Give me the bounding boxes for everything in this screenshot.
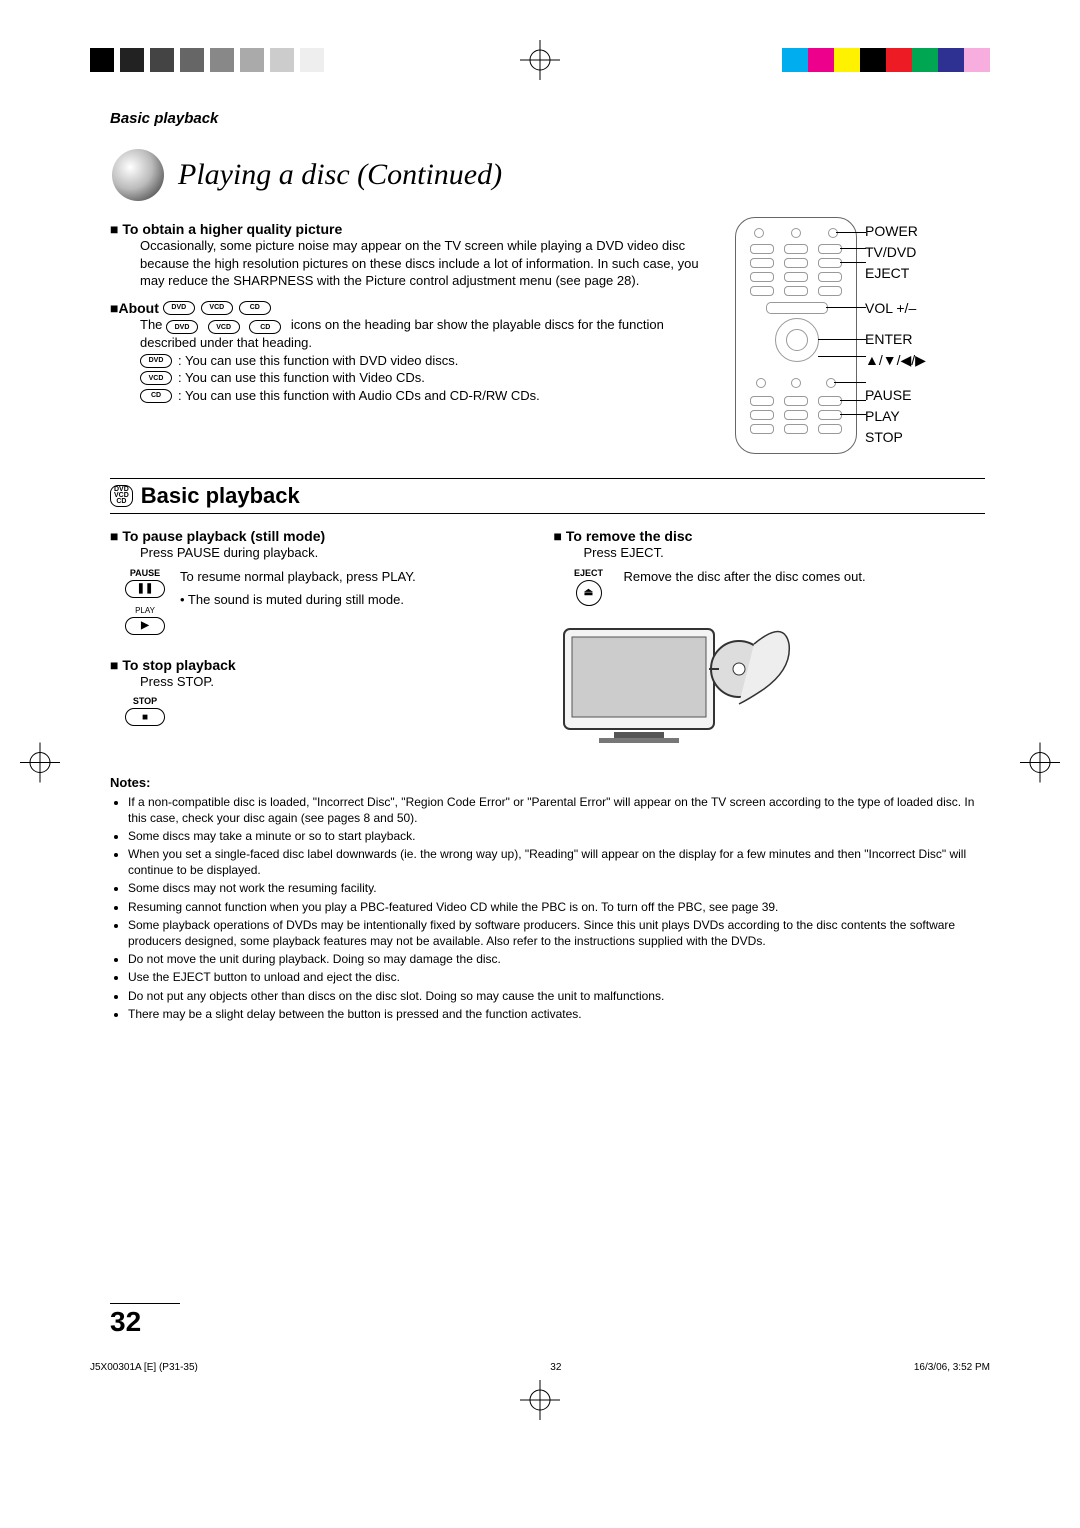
note-item: Do not put any objects other than discs … bbox=[128, 988, 985, 1004]
heading-about: About DVD VCD CD bbox=[110, 300, 719, 316]
play-button-label: PLAY bbox=[110, 606, 180, 615]
pause-button-label: PAUSE bbox=[110, 568, 180, 578]
note-item: Some playback operations of DVDs may be … bbox=[128, 917, 985, 949]
tv-eject-illustration bbox=[554, 614, 986, 757]
about-dvd-line: DVD : You can use this function with DVD… bbox=[140, 352, 719, 370]
note-item: Resuming cannot function when you play a… bbox=[128, 899, 985, 915]
eject-button-icon: ⏏ bbox=[576, 580, 602, 606]
eject-button-label: EJECT bbox=[554, 568, 624, 578]
registration-mark-top bbox=[520, 40, 560, 83]
section-header: DVD VCD CD Basic playback bbox=[110, 478, 985, 514]
footer-center: 32 bbox=[550, 1362, 561, 1373]
note-item: Use the EJECT button to unload and eject… bbox=[128, 969, 985, 985]
heading-pause: To pause playback (still mode) bbox=[110, 528, 542, 544]
registration-mark-right bbox=[1020, 743, 1060, 786]
section-title: Basic playback bbox=[141, 483, 300, 509]
pause-button-icon: ❚❚ bbox=[125, 580, 165, 598]
note-item: When you set a single-faced disc label d… bbox=[128, 846, 985, 878]
line-pause: Press PAUSE during playback. bbox=[140, 544, 542, 562]
heading-stop: To stop playback bbox=[110, 657, 542, 673]
dvd-disc-icon: DVD bbox=[163, 301, 195, 315]
heading-remove: To remove the disc bbox=[554, 528, 986, 544]
mute-note: • The sound is muted during still mode. bbox=[180, 591, 542, 609]
notes-section: Notes: If a non-compatible disc is loade… bbox=[110, 775, 985, 1022]
note-item: There may be a slight delay between the … bbox=[128, 1006, 985, 1022]
body-quality: Occasionally, some picture noise may app… bbox=[140, 237, 719, 290]
note-item: Some discs may take a minute or so to st… bbox=[128, 828, 985, 844]
stop-button-label: STOP bbox=[110, 696, 180, 706]
vcd-disc-icon: VCD bbox=[208, 320, 240, 334]
note-item: Do not move the unit during playback. Do… bbox=[128, 951, 985, 967]
stop-button-icon: ■ bbox=[125, 708, 165, 726]
cd-disc-icon: CD bbox=[239, 301, 271, 315]
vcd-disc-icon: VCD bbox=[201, 301, 233, 315]
cd-disc-icon: CD bbox=[249, 320, 281, 334]
note-item: If a non-compatible disc is loaded, "Inc… bbox=[128, 794, 985, 826]
title-orb-icon bbox=[110, 147, 166, 203]
line-eject: Press EJECT. bbox=[584, 544, 986, 562]
page-title: Playing a disc (Continued) bbox=[178, 158, 502, 192]
registration-mark-bottom bbox=[520, 1380, 560, 1423]
remote-labels: POWER TV/DVD EJECT VOL +/– ENTER ▲/▼/◀/▶… bbox=[865, 217, 926, 448]
running-head: Basic playback bbox=[110, 110, 985, 127]
remove-body: Remove the disc after the disc comes out… bbox=[624, 568, 986, 586]
footer: J5X00301A [E] (P31-35) 32 16/3/06, 3:52 … bbox=[90, 1362, 990, 1373]
about-cd-line: CD : You can use this function with Audi… bbox=[140, 387, 719, 405]
note-item: Some discs may not work the resuming fac… bbox=[128, 880, 985, 896]
line-stop: Press STOP. bbox=[140, 673, 542, 691]
resume-text: To resume normal playback, press PLAY. bbox=[180, 568, 542, 586]
remote-control-diagram bbox=[735, 217, 857, 454]
about-vcd-line: VCD : You can use this function with Vid… bbox=[140, 369, 719, 387]
registration-mark-left bbox=[20, 743, 60, 786]
footer-left: J5X00301A [E] (P31-35) bbox=[90, 1362, 198, 1373]
heading-quality: To obtain a higher quality picture bbox=[110, 221, 719, 237]
page-number: 32 bbox=[110, 1303, 180, 1338]
dvd-disc-icon: DVD bbox=[166, 320, 198, 334]
body-about-intro: The DVD VCD CD icons on the heading bar … bbox=[140, 316, 719, 352]
footer-right: 16/3/06, 3:52 PM bbox=[914, 1362, 990, 1373]
play-button-icon: ▶ bbox=[125, 617, 165, 635]
